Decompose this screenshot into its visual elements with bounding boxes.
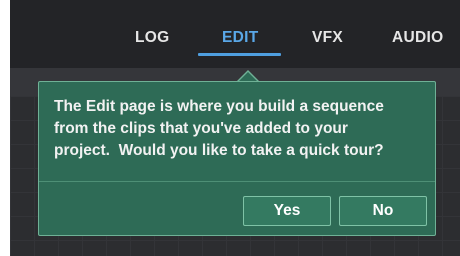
- tab-log[interactable]: LOG: [135, 29, 169, 47]
- tour-message-line: from the clips that you've added to your: [54, 120, 348, 137]
- tab-audio[interactable]: AUDIO: [392, 29, 443, 47]
- popover-divider: [39, 181, 435, 182]
- no-button[interactable]: No: [339, 196, 427, 226]
- tour-message-line: project. Would you like to take a quick …: [54, 142, 384, 159]
- page-tab-bar: LOG EDIT VFX AUDIO: [10, 0, 460, 68]
- tour-message-line: The Edit page is where you build a seque…: [54, 98, 384, 115]
- tab-vfx[interactable]: VFX: [312, 29, 343, 47]
- tour-message: The Edit page is where you build a seque…: [54, 96, 424, 162]
- yes-button[interactable]: Yes: [243, 196, 331, 226]
- app-window: LOG EDIT VFX AUDIO The Edit page is wher…: [10, 0, 460, 256]
- active-tab-indicator: [198, 53, 281, 56]
- tab-edit[interactable]: EDIT: [222, 29, 259, 47]
- tour-popover: The Edit page is where you build a seque…: [38, 81, 436, 236]
